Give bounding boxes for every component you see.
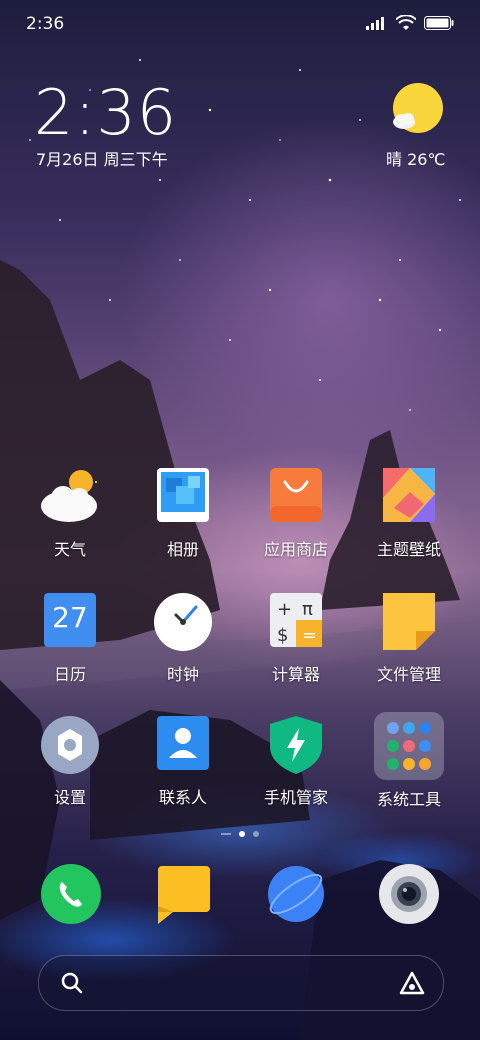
- messages-app-icon: [158, 866, 210, 924]
- app-store[interactable]: 应用商店: [241, 468, 351, 560]
- search-bar[interactable]: [38, 955, 444, 1011]
- weather-app-icon: [41, 466, 99, 526]
- clock-app-icon: [154, 593, 212, 651]
- app-label: 计算器: [271, 665, 320, 684]
- app-label: 日历: [53, 665, 86, 684]
- calendar-date-badge: 27: [52, 601, 88, 634]
- app-label: 相册: [166, 540, 199, 559]
- svg-text:+: +: [277, 599, 292, 620]
- app-label: 设置: [53, 788, 86, 807]
- app-store-icon: [267, 468, 325, 526]
- signal-icon: [366, 17, 384, 30]
- app-security[interactable]: 手机管家: [241, 716, 351, 808]
- camera-app-icon: [379, 864, 439, 924]
- page-indicator-current: [239, 831, 245, 837]
- clock-widget-time[interactable]: 2:36: [34, 76, 177, 149]
- app-label: 文件管理: [376, 665, 441, 684]
- sun-cloud-icon[interactable]: [392, 82, 444, 134]
- calendar-app-icon: 27: [41, 593, 99, 651]
- status-bar: 2:36: [0, 0, 480, 48]
- wifi-icon: [396, 15, 416, 30]
- settings-app-icon: [41, 716, 99, 774]
- app-clock[interactable]: 时钟: [128, 593, 238, 685]
- system-tools-folder-icon: [374, 712, 444, 780]
- gallery-app-icon: [154, 468, 212, 526]
- status-time: 2:36: [26, 14, 65, 34]
- svg-text:$: $: [277, 625, 288, 646]
- app-settings[interactable]: 设置: [15, 716, 125, 808]
- app-gallery[interactable]: 相册: [128, 468, 238, 560]
- dock-messages[interactable]: [155, 866, 213, 928]
- app-system-tools-folder[interactable]: 系统工具: [354, 712, 464, 810]
- svg-text:π: π: [302, 599, 313, 620]
- app-label: 手机管家: [263, 788, 328, 807]
- svg-text:=: =: [302, 625, 317, 646]
- app-label: 系统工具: [376, 790, 441, 809]
- app-calendar[interactable]: 27 日历: [15, 593, 125, 685]
- app-label: 联系人: [158, 788, 207, 807]
- calculator-app-icon: + π $ =: [267, 593, 325, 651]
- security-app-icon: [267, 716, 325, 774]
- app-themes[interactable]: 主题壁纸: [354, 468, 464, 560]
- app-calculator[interactable]: + π $ = 计算器: [241, 593, 351, 685]
- app-weather[interactable]: 天气: [15, 466, 125, 560]
- app-label: 应用商店: [263, 540, 328, 559]
- dock-phone[interactable]: [41, 864, 101, 928]
- contacts-app-icon: [154, 716, 212, 774]
- file-manager-icon: [380, 593, 438, 651]
- page-indicator-dot: [253, 831, 259, 837]
- browser-app-icon: [268, 866, 324, 922]
- battery-icon: [424, 16, 454, 30]
- page-indicator-home: [221, 833, 231, 835]
- weather-widget-text[interactable]: 晴 26℃: [386, 146, 445, 170]
- themes-app-icon: [380, 468, 438, 526]
- app-label: 主题壁纸: [376, 540, 441, 559]
- dock-camera[interactable]: [379, 864, 439, 928]
- app-file-manager[interactable]: 文件管理: [354, 593, 464, 685]
- dock-browser[interactable]: [266, 864, 326, 928]
- app-label: 天气: [53, 540, 86, 559]
- clock-widget-date[interactable]: 7月26日 周三下午: [36, 146, 168, 170]
- assistant-icon[interactable]: [399, 971, 425, 995]
- search-icon[interactable]: [61, 972, 83, 994]
- phone-app-icon: [41, 864, 101, 924]
- app-contacts[interactable]: 联系人: [128, 716, 238, 808]
- app-label: 时钟: [166, 665, 199, 684]
- page-indicator[interactable]: [200, 828, 280, 840]
